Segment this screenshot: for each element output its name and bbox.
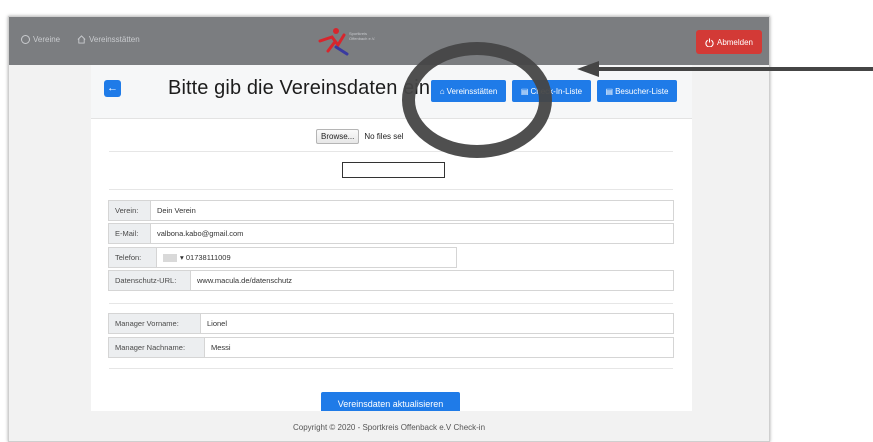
visitor-list-label: Besucher-Liste [615,86,669,96]
manager-firstname-field: Manager Vorname: Lionel [108,313,674,334]
form-card: ← Bitte gib die Vereinsdaten ein ⌂ Verei… [91,65,692,416]
nav-vereinsstaetten[interactable]: Vereinsstätten [77,35,140,44]
divider [109,151,673,152]
privacy-url-field: Datenschutz-URL: www.macula.de/datenschu… [108,270,674,291]
verein-label: Verein: [109,201,151,220]
top-navbar: Vereine Vereinsstätten Sportkreis Offenb… [9,17,769,65]
divider [109,189,673,190]
footer: Copyright © 2020 - Sportkreis Offenback … [9,411,769,441]
email-field: E-Mail: valbona.kabo@gmail.com [108,223,674,244]
manager-lastname-label: Manager Nachname: [109,338,205,357]
phone-value: 01738111009 [185,253,231,262]
file-upload: Browse... No files sel [316,129,403,144]
phone-input[interactable]: ▾ 01738111009 [157,248,456,267]
nav-vereinsstaetten-label: Vereinsstätten [89,35,140,44]
email-input[interactable]: valbona.kabo@gmail.com [151,224,673,243]
pointer-arrow-icon [577,61,873,77]
manager-lastname-field: Manager Nachname: Messi [108,337,674,358]
back-button[interactable]: ← [104,80,121,97]
divider [109,303,673,304]
manager-firstname-label: Manager Vorname: [109,314,201,333]
manager-firstname-input[interactable]: Lionel [201,314,673,333]
nav-vereine-label: Vereine [33,35,61,44]
globe-icon [21,35,30,44]
manager-lastname-input[interactable]: Messi [205,338,673,357]
highlight-circle [402,42,552,158]
power-icon [705,37,714,47]
logout-label: Abmelden [716,37,754,47]
divider [109,368,673,369]
visitor-list-button[interactable]: ▤ Besucher-Liste [597,80,677,102]
nav-vereine[interactable]: Vereine [21,35,60,44]
file-status: No files sel [364,132,404,141]
page-title: Bitte gib die Vereinsdaten ein [168,77,431,99]
phone-label: Telefon: [109,248,157,267]
home-icon [77,35,86,44]
email-label: E-Mail: [109,224,151,243]
phone-field: Telefon: ▾ 01738111009 [108,247,457,268]
privacy-url-label: Datenschutz-URL: [109,271,191,290]
verein-input[interactable]: Dein Verein [151,201,673,220]
browse-button[interactable]: Browse... [316,129,360,144]
captcha-input[interactable] [342,162,445,178]
verein-field: Verein: Dein Verein [108,200,674,221]
flag-icon [163,253,177,262]
arrow-left-icon: ← [107,82,118,94]
logout-button[interactable]: Abmelden [696,30,762,54]
table-icon: ▤ [605,86,614,96]
privacy-url-input[interactable]: www.macula.de/datenschutz [191,271,673,290]
logo-text: Sportkreis Offenbach e.V. [349,31,376,41]
